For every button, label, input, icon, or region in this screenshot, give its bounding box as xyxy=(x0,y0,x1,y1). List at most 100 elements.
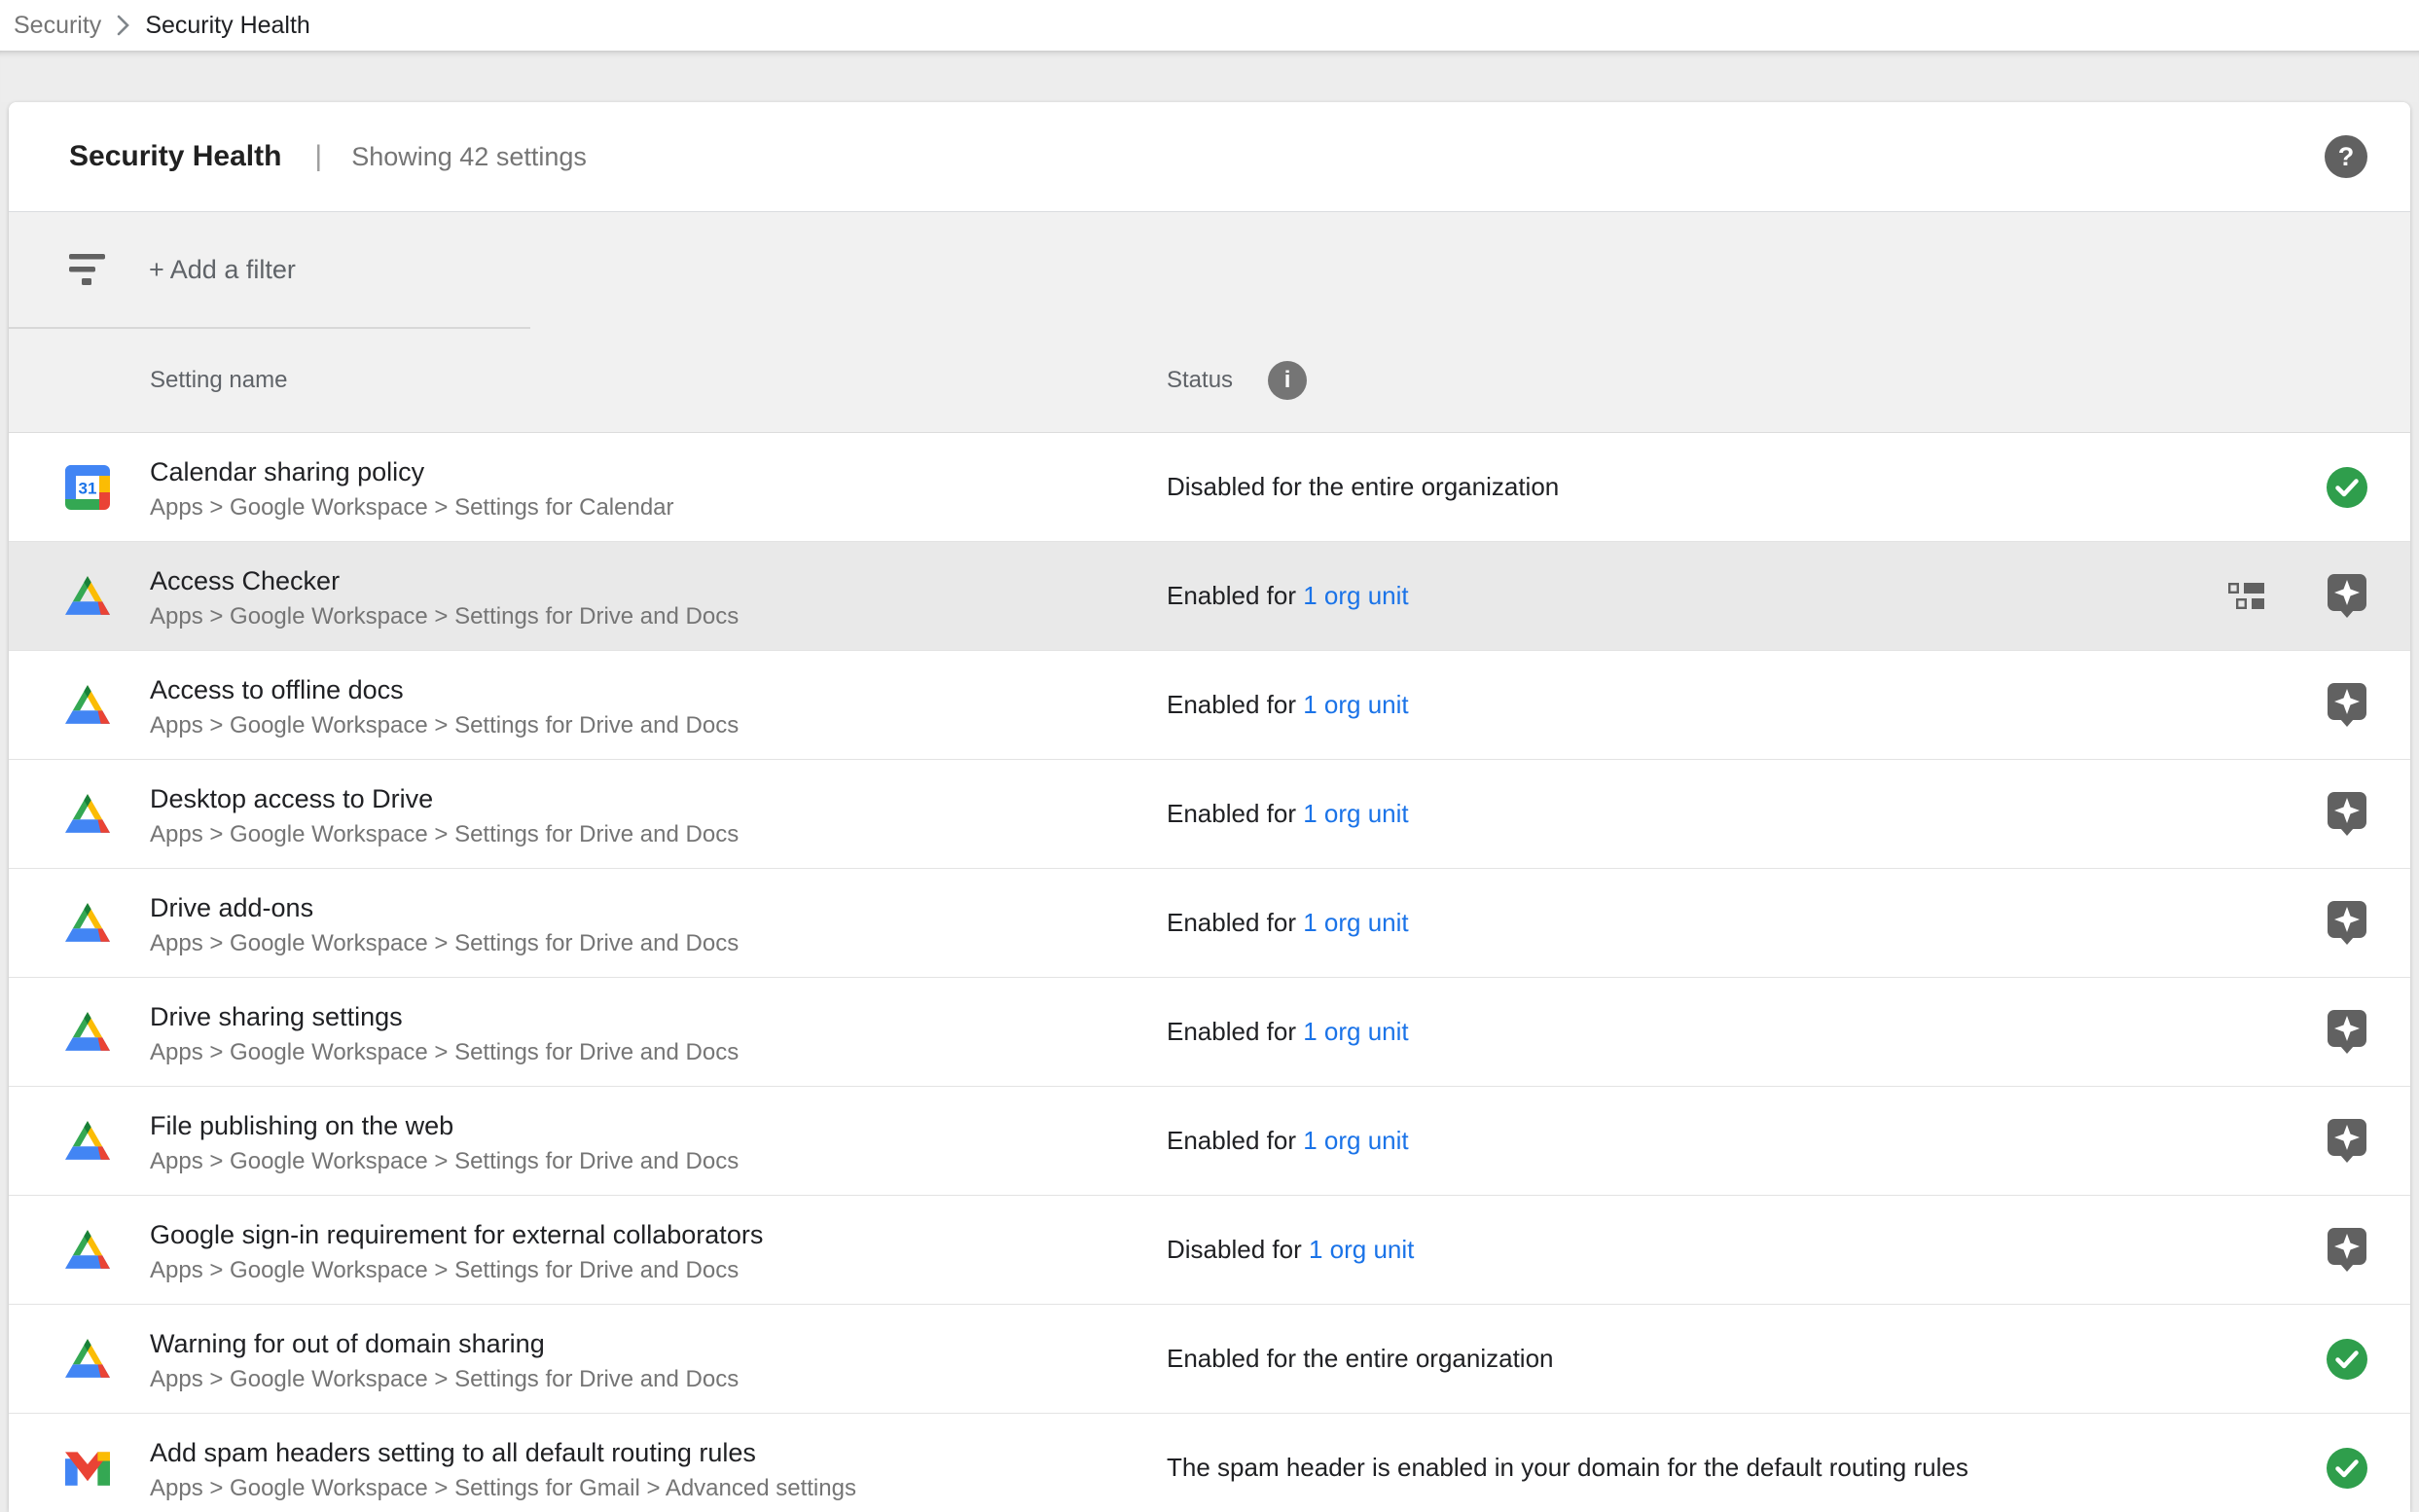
setting-cell: Drive add-ons Apps > Google Workspace > … xyxy=(65,885,1167,960)
filter-row: + Add a filter xyxy=(9,212,2410,327)
page-title: Security Health xyxy=(69,140,281,173)
status-cell: Enabled for 1 org unit xyxy=(1167,581,2224,611)
org-unit-link[interactable]: 1 org unit xyxy=(1303,1126,1408,1155)
org-unit-link[interactable]: 1 org unit xyxy=(1303,799,1408,828)
setting-cell: Warning for out of domain sharing Apps >… xyxy=(65,1321,1167,1396)
row-trailing-icons xyxy=(2326,792,2368,837)
status-text: Disabled for xyxy=(1167,1235,1309,1264)
status-cell: Enabled for 1 org unit xyxy=(1167,908,2326,938)
help-icon[interactable]: ? xyxy=(2325,135,2367,178)
column-headers: Setting name Status i xyxy=(9,329,2410,432)
status-ok-icon xyxy=(2326,1337,2368,1382)
status-cell: Enabled for the entire organization xyxy=(1167,1344,2326,1374)
recommendation-badge-icon[interactable] xyxy=(2326,901,2368,946)
drive-icon xyxy=(65,1337,110,1382)
status-cell: Disabled for the entire organization xyxy=(1167,472,2326,502)
setting-titles: File publishing on the web Apps > Google… xyxy=(150,1103,739,1178)
row-trailing-icons xyxy=(2326,465,2368,510)
org-units-icon[interactable] xyxy=(2224,574,2267,619)
breadcrumb-current: Security Health xyxy=(145,12,310,40)
setting-name: Drive add-ons xyxy=(150,889,739,926)
org-unit-link[interactable]: 1 org unit xyxy=(1309,1235,1414,1264)
setting-cell: Google sign-in requirement for external … xyxy=(65,1212,1167,1287)
setting-titles: Calendar sharing policy Apps > Google Wo… xyxy=(150,450,674,524)
setting-cell: 31 Calendar sharing policy Apps > Google… xyxy=(65,450,1167,524)
row-trailing-icons xyxy=(2326,1337,2368,1382)
table-row[interactable]: Drive sharing settings Apps > Google Wor… xyxy=(9,978,2410,1087)
status-cell: The spam header is enabled in your domai… xyxy=(1167,1453,2326,1483)
security-health-card: Security Health | Showing 42 settings ? … xyxy=(9,102,2410,1512)
status-text: Enabled for xyxy=(1167,581,1303,610)
filter-icon[interactable] xyxy=(69,253,106,286)
row-trailing-icons xyxy=(2326,1446,2368,1491)
column-status-label: Status xyxy=(1167,367,1233,394)
drive-icon xyxy=(65,792,110,837)
setting-cell: Access to offline docs Apps > Google Wor… xyxy=(65,667,1167,742)
table-row[interactable]: Warning for out of domain sharing Apps >… xyxy=(9,1305,2410,1414)
status-ok-icon xyxy=(2326,1446,2368,1491)
status-text: Enabled for xyxy=(1167,799,1303,828)
recommendation-badge-icon[interactable] xyxy=(2326,1119,2368,1164)
setting-path: Apps > Google Workspace > Settings for D… xyxy=(150,1253,763,1287)
status-cell: Enabled for 1 org unit xyxy=(1167,1017,2326,1047)
title-separator: | xyxy=(314,140,322,173)
status-ok-icon xyxy=(2326,465,2368,510)
recommendation-badge-icon[interactable] xyxy=(2326,1010,2368,1055)
status-text: Enabled for xyxy=(1167,1017,1303,1046)
setting-name: Add spam headers setting to all default … xyxy=(150,1434,856,1471)
table-row[interactable]: File publishing on the web Apps > Google… xyxy=(9,1087,2410,1196)
setting-name: Drive sharing settings xyxy=(150,998,739,1035)
row-trailing-icons xyxy=(2326,1119,2368,1164)
calendar-icon: 31 xyxy=(65,465,110,510)
setting-path: Apps > Google Workspace > Settings for D… xyxy=(150,708,739,742)
setting-path: Apps > Google Workspace > Settings for D… xyxy=(150,1144,739,1178)
setting-titles: Google sign-in requirement for external … xyxy=(150,1212,763,1287)
table-row[interactable]: Drive add-ons Apps > Google Workspace > … xyxy=(9,869,2410,978)
table-row[interactable]: Desktop access to Drive Apps > Google Wo… xyxy=(9,760,2410,869)
setting-name: Warning for out of domain sharing xyxy=(150,1325,739,1362)
setting-path: Apps > Google Workspace > Settings for D… xyxy=(150,817,739,851)
table-row[interactable]: 31 Calendar sharing policy Apps > Google… xyxy=(9,433,2410,542)
status-text: Enabled for xyxy=(1167,908,1303,937)
drive-icon xyxy=(65,574,110,619)
add-filter-button[interactable]: + Add a filter xyxy=(149,255,296,285)
row-trailing-icons xyxy=(2326,901,2368,946)
drive-icon xyxy=(65,683,110,728)
setting-titles: Desktop access to Drive Apps > Google Wo… xyxy=(150,776,739,851)
recommendation-badge-icon[interactable] xyxy=(2326,792,2368,837)
table-row[interactable]: Google sign-in requirement for external … xyxy=(9,1196,2410,1305)
drive-icon xyxy=(65,1119,110,1164)
info-icon[interactable]: i xyxy=(1268,361,1307,400)
drive-icon xyxy=(65,1010,110,1055)
status-text: Disabled for the entire organization xyxy=(1167,472,1559,501)
recommendation-badge-icon[interactable] xyxy=(2326,683,2368,728)
setting-cell: File publishing on the web Apps > Google… xyxy=(65,1103,1167,1178)
settings-table-body: 31 Calendar sharing policy Apps > Google… xyxy=(9,433,2410,1512)
chevron-right-icon xyxy=(117,15,129,36)
recommendation-badge-icon[interactable] xyxy=(2326,574,2368,619)
drive-icon xyxy=(65,1228,110,1273)
recommendation-badge-icon[interactable] xyxy=(2326,1228,2368,1273)
card-header: Security Health | Showing 42 settings ? xyxy=(9,102,2410,212)
setting-titles: Drive sharing settings Apps > Google Wor… xyxy=(150,994,739,1069)
gmail-icon xyxy=(65,1446,110,1491)
setting-titles: Access Checker Apps > Google Workspace >… xyxy=(150,558,739,633)
table-row[interactable]: Add spam headers setting to all default … xyxy=(9,1414,2410,1512)
toolbar-band: + Add a filter Setting name Status i xyxy=(9,212,2410,433)
setting-titles: Access to offline docs Apps > Google Wor… xyxy=(150,667,739,742)
status-cell: Disabled for 1 org unit xyxy=(1167,1235,2326,1265)
column-setting-name: Setting name xyxy=(150,367,1167,394)
page-gap xyxy=(0,51,2419,102)
table-row[interactable]: Access to offline docs Apps > Google Wor… xyxy=(9,651,2410,760)
org-unit-link[interactable]: 1 org unit xyxy=(1303,908,1408,937)
status-cell: Enabled for 1 org unit xyxy=(1167,799,2326,829)
setting-cell: Add spam headers setting to all default … xyxy=(65,1430,1167,1505)
status-text: Enabled for the entire organization xyxy=(1167,1344,1554,1373)
breadcrumb-parent[interactable]: Security xyxy=(14,12,101,40)
table-row[interactable]: Access Checker Apps > Google Workspace >… xyxy=(9,542,2410,651)
settings-count: Showing 42 settings xyxy=(351,142,587,172)
setting-path: Apps > Google Workspace > Settings for C… xyxy=(150,490,674,524)
org-unit-link[interactable]: 1 org unit xyxy=(1303,690,1408,719)
org-unit-link[interactable]: 1 org unit xyxy=(1303,581,1408,610)
org-unit-link[interactable]: 1 org unit xyxy=(1303,1017,1408,1046)
